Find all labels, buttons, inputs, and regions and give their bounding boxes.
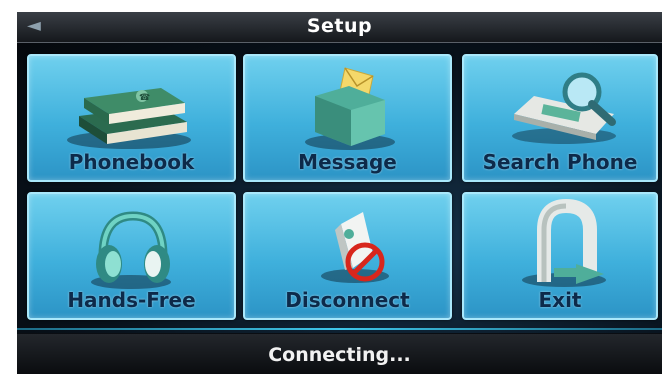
message-button[interactable]: Message (243, 54, 452, 182)
message-label: Message (298, 150, 397, 174)
page-title: Setup (306, 15, 373, 37)
search-phone-label: Search Phone (482, 150, 638, 174)
phonebook-button[interactable]: ☎ Phonebook (27, 54, 236, 182)
hands-free-button[interactable]: Hands-Free (27, 192, 236, 320)
disconnect-label: Disconnect (285, 288, 410, 312)
status-bar: Connecting... (17, 334, 662, 374)
exit-button[interactable]: Exit (462, 192, 658, 320)
phonebook-label: Phonebook (68, 150, 195, 174)
disconnect-button[interactable]: Disconnect (243, 192, 452, 320)
title-bar: ◄ Setup (17, 12, 662, 43)
svg-text:☎: ☎ (139, 93, 150, 103)
status-text: Connecting... (268, 344, 411, 366)
exit-label: Exit (538, 288, 582, 312)
device-screen: ◄ Setup ☎ Phonebook Message Search Phone… (17, 12, 662, 374)
search-phone-button[interactable]: Search Phone (462, 54, 658, 182)
divider (17, 328, 662, 330)
hands-free-label: Hands-Free (67, 288, 196, 312)
